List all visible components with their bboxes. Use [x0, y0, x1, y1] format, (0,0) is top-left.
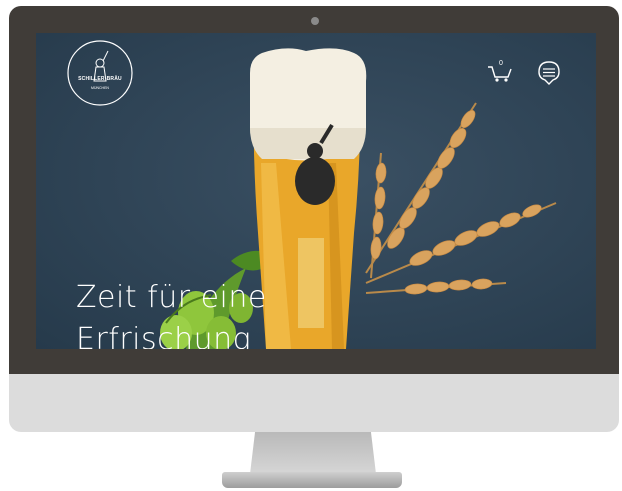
beer-glass: [250, 48, 367, 349]
logo-subtext: MÜNCHEN: [91, 86, 109, 90]
hero-headline-line2: Erfrischung: [76, 322, 252, 349]
website-screen: SCHILLER-BRÄU MÜNCHEN 0 Zeit für eine Erf…: [36, 33, 596, 349]
hero-headline-line1: Zeit für eine: [76, 280, 267, 315]
brand-logo[interactable]: [66, 39, 134, 107]
monitor-stand-neck: [250, 432, 376, 474]
hero-headline: Zeit für eine Erfrischung: [76, 277, 267, 349]
cart-count-badge: 0: [499, 60, 503, 67]
monitor-stand-base: [222, 472, 402, 488]
menu-icon[interactable]: [535, 58, 563, 86]
monitor-chin: [9, 374, 619, 432]
logo-text: SCHILLER-BRÄU: [78, 76, 122, 82]
camera-dot: [311, 17, 319, 25]
wheat-illustration: [365, 102, 557, 295]
